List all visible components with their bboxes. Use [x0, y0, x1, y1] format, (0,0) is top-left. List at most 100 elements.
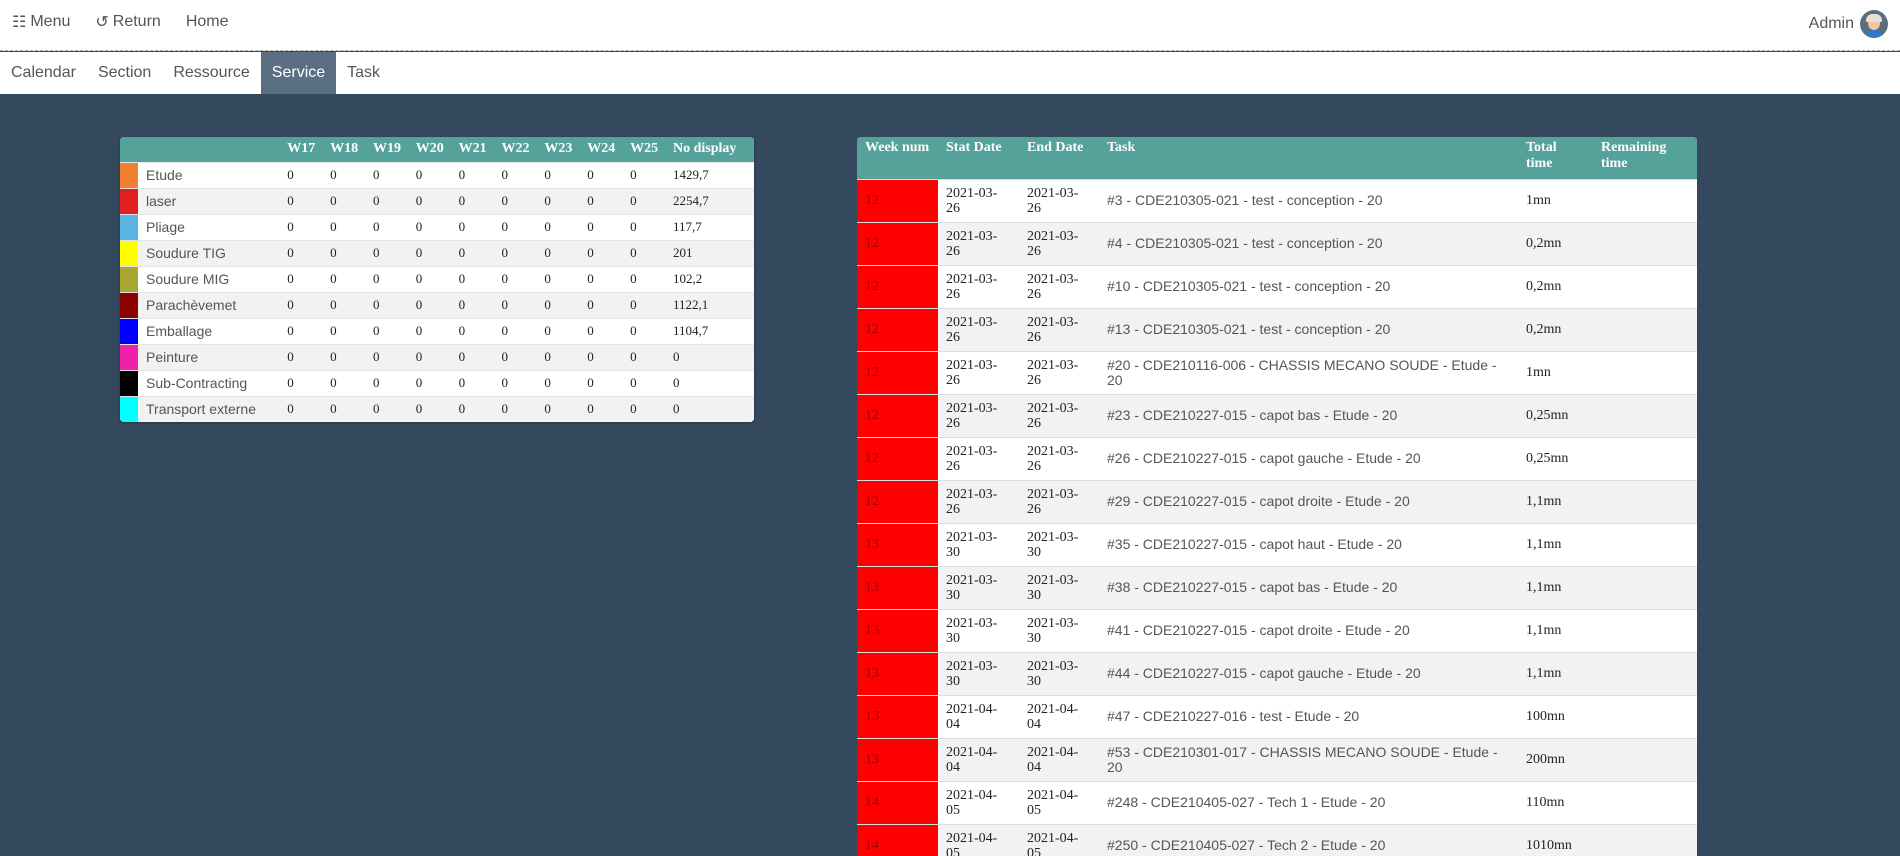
total-time-cell: 0,2mn: [1518, 307, 1593, 351]
end-date-cell: 2021-04-04: [1019, 737, 1099, 781]
end-date-cell: 2021-04-05: [1019, 780, 1099, 824]
menu-icon: ☷: [12, 14, 27, 31]
table-row[interactable]: 13 2021-04-04 2021-04-04 #47 - CDE210227-01…: [857, 694, 1697, 738]
start-date-cell: 2021-03-30: [938, 565, 1019, 609]
cell-value: 0: [583, 343, 627, 370]
column-header: Week num: [857, 137, 938, 179]
total-time-cell: 0,25mn: [1518, 393, 1593, 437]
table-row[interactable]: Pliage 0 0 0 0 0 0 0 0 0 117,7: [120, 213, 754, 240]
cell-value: 0: [540, 395, 584, 422]
end-date-cell: 2021-03-30: [1019, 608, 1099, 652]
top-bar: ☷ Menu ↺ Return Home Admin: [0, 0, 1900, 51]
top-nav: ☷ Menu ↺ Return Home: [12, 12, 229, 32]
table-row[interactable]: 12 2021-03-26 2021-03-26 #13 - CDE210305-02…: [857, 307, 1697, 351]
remaining-time-cell: [1593, 221, 1697, 265]
user-menu[interactable]: Admin: [1809, 10, 1888, 38]
column-header: Total time: [1518, 137, 1593, 179]
table-row[interactable]: Peinture 0 0 0 0 0 0 0 0 0 0: [120, 343, 754, 370]
cell-value: 0: [283, 343, 327, 370]
start-date-cell: 2021-03-26: [938, 221, 1019, 265]
return-label: Return: [112, 13, 161, 30]
table-row[interactable]: 12 2021-03-26 2021-03-26 #4 - CDE210305-021…: [857, 221, 1697, 265]
total-time-cell: 1,1mn: [1518, 522, 1593, 566]
week-num-cell: 12: [857, 264, 938, 308]
color-swatch: [120, 317, 138, 344]
table-row[interactable]: laser 0 0 0 0 0 0 0 0 0 2254,7: [120, 187, 754, 214]
task-cell: #41 - CDE210227-015 - capot droite - Etu…: [1099, 608, 1518, 652]
table-row[interactable]: 13 2021-03-30 2021-03-30 #35 - CDE210227-01…: [857, 522, 1697, 566]
cell-value: 1104,7: [668, 317, 754, 344]
cell-value: 0: [368, 187, 412, 214]
start-date-cell: 2021-03-26: [938, 393, 1019, 437]
color-swatch: [120, 343, 138, 370]
cell-value: 0: [540, 291, 584, 318]
table-row[interactable]: 13 2021-03-30 2021-03-30 #41 - CDE210227-01…: [857, 608, 1697, 652]
table-row[interactable]: 13 2021-04-04 2021-04-04 #53 - CDE210301-01…: [857, 737, 1697, 781]
cell-value: 0: [411, 317, 455, 344]
service-name: Sub-Contracting: [138, 369, 284, 396]
cell-value: 102,2: [668, 265, 754, 292]
cell-value: 0: [411, 291, 455, 318]
cell-value: 2254,7: [668, 187, 754, 214]
start-date-cell: 2021-04-05: [938, 780, 1019, 824]
table-row[interactable]: Soudure MIG 0 0 0 0 0 0 0 0 0 102,2: [120, 265, 754, 292]
table-row[interactable]: 14 2021-04-05 2021-04-05 #248 - CDE210405-0…: [857, 780, 1697, 824]
total-time-cell: 1,1mn: [1518, 651, 1593, 695]
tab-ressource[interactable]: Ressource: [162, 52, 260, 94]
home-link[interactable]: Home: [186, 12, 229, 32]
end-date-cell: 2021-03-30: [1019, 565, 1099, 609]
tab-section[interactable]: Section: [87, 52, 162, 94]
table-row[interactable]: 12 2021-03-26 2021-03-26 #23 - CDE210227-01…: [857, 393, 1697, 437]
start-date-cell: 2021-04-04: [938, 737, 1019, 781]
table-row[interactable]: Transport externe 0 0 0 0 0 0 0 0 0 0: [120, 395, 754, 422]
end-date-cell: 2021-03-26: [1019, 221, 1099, 265]
table-row[interactable]: Etude 0 0 0 0 0 0 0 0 0 1429,7: [120, 161, 754, 188]
task-cell: #53 - CDE210301-017 - CHASSIS MECANO SOU…: [1099, 737, 1518, 781]
column-header: W23: [540, 137, 584, 162]
cell-value: 0: [454, 265, 498, 292]
table-row[interactable]: 12 2021-03-26 2021-03-26 #3 - CDE210305-021…: [857, 178, 1697, 222]
table-row[interactable]: 13 2021-03-30 2021-03-30 #44 - CDE210227-01…: [857, 651, 1697, 695]
table-row[interactable]: 12 2021-03-26 2021-03-26 #20 - CDE210116-00…: [857, 350, 1697, 394]
tab-service[interactable]: Service: [260, 52, 337, 94]
column-header: W20: [411, 137, 455, 162]
task-cell: #248 - CDE210405-027 - Tech 1 - Etude - …: [1099, 780, 1518, 824]
cell-value: 0: [326, 317, 369, 344]
start-date-cell: 2021-03-26: [938, 264, 1019, 308]
table-row[interactable]: Soudure TIG 0 0 0 0 0 0 0 0 0 201: [120, 239, 754, 266]
remaining-time-cell: [1593, 823, 1697, 856]
tab-calendar[interactable]: Calendar: [0, 52, 87, 94]
week-num-cell: 12: [857, 221, 938, 265]
cell-value: 0: [283, 187, 327, 214]
table-row[interactable]: 13 2021-03-30 2021-03-30 #38 - CDE210227-01…: [857, 565, 1697, 609]
table-row[interactable]: Sub-Contracting 0 0 0 0 0 0 0 0 0 0: [120, 369, 754, 396]
total-time-cell: 1,1mn: [1518, 479, 1593, 523]
cell-value: 0: [583, 265, 627, 292]
remaining-time-cell: [1593, 479, 1697, 523]
remaining-time-cell: [1593, 178, 1697, 222]
table-row[interactable]: 12 2021-03-26 2021-03-26 #10 - CDE210305-02…: [857, 264, 1697, 308]
end-date-cell: 2021-03-30: [1019, 522, 1099, 566]
cell-value: 0: [540, 369, 584, 396]
table-row[interactable]: Emballage 0 0 0 0 0 0 0 0 0 1104,7: [120, 317, 754, 344]
total-time-cell: 0,25mn: [1518, 436, 1593, 480]
task-cell: #10 - CDE210305-021 - test - conception …: [1099, 264, 1518, 308]
column-header: W22: [497, 137, 541, 162]
column-header: Task: [1099, 137, 1518, 179]
table-row[interactable]: 12 2021-03-26 2021-03-26 #29 - CDE210227-01…: [857, 479, 1697, 523]
table-row[interactable]: 12 2021-03-26 2021-03-26 #26 - CDE210227-01…: [857, 436, 1697, 480]
table-row[interactable]: Parachèvemet 0 0 0 0 0 0 0 0 0 1122,1: [120, 291, 754, 318]
cell-value: 0: [326, 161, 369, 188]
service-name: Peinture: [138, 343, 284, 370]
task-cell: #44 - CDE210227-015 - capot gauche - Etu…: [1099, 651, 1518, 695]
remaining-time-cell: [1593, 436, 1697, 480]
tab-task[interactable]: Task: [336, 52, 391, 94]
home-label: Home: [185, 13, 229, 30]
return-button[interactable]: ↺ Return: [95, 12, 160, 32]
avatar[interactable]: [1860, 10, 1888, 38]
table-row[interactable]: 14 2021-04-05 2021-04-05 #250 - CDE210405-0…: [857, 823, 1697, 856]
cell-value: 0: [583, 239, 627, 266]
remaining-time-cell: [1593, 780, 1697, 824]
menu-button[interactable]: ☷ Menu: [12, 12, 70, 32]
total-time-cell: 1mn: [1518, 178, 1593, 222]
